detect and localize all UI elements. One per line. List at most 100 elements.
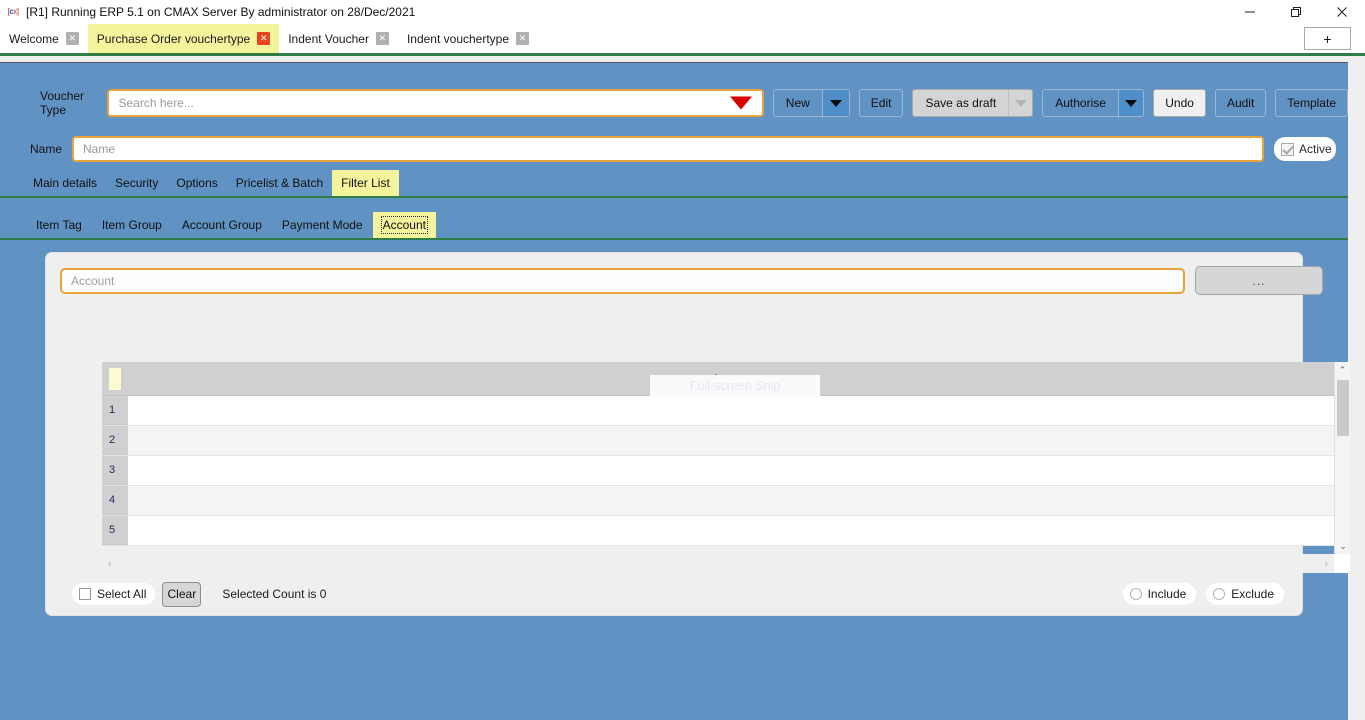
tab-indent-vouchertype[interactable]: Indent vouchertype ✕ [398, 24, 538, 53]
row-cell-account[interactable] [128, 396, 1350, 425]
grid-corner-cell[interactable] [102, 362, 128, 396]
table-row[interactable]: 4 [102, 486, 1350, 516]
exclude-radio[interactable]: Exclude [1206, 583, 1284, 605]
checkbox-check-icon [1281, 142, 1294, 156]
vertical-scroll-thumb[interactable] [1337, 380, 1349, 436]
account-browse-button[interactable]: ... [1195, 266, 1323, 295]
grid-vertical-scrollbar[interactable]: ⌃ ⌄ [1334, 362, 1350, 554]
scroll-up-icon[interactable]: ⌃ [1335, 362, 1350, 378]
account-search-input[interactable]: Account [60, 267, 1185, 294]
tab-options[interactable]: Options [167, 170, 226, 196]
account-search-row: Account ... [60, 266, 1323, 295]
include-exclude-radio-group: Include Exclude [1122, 583, 1288, 605]
selected-count-text: Selected Count is 0 [222, 587, 327, 601]
select-all-label: Select All [97, 587, 147, 601]
tab-indent-voucher[interactable]: Indent Voucher ✕ [279, 24, 398, 53]
new-button[interactable]: New [772, 89, 850, 117]
scrollbar-corner [1334, 554, 1350, 573]
tab-label: Purchase Order vouchertype [96, 31, 251, 46]
exclude-radio-label: Exclude [1231, 587, 1274, 601]
audit-button-label: Audit [1226, 96, 1255, 110]
table-row[interactable]: 5 [102, 516, 1350, 546]
new-button-label: New [785, 96, 810, 110]
save-as-draft-button[interactable]: Save as draft [912, 89, 1034, 117]
tab-purchase-order-vouchertype[interactable]: Purchase Order vouchertype ✕ [87, 24, 280, 53]
checkbox-box-icon [79, 588, 91, 600]
voucher-type-placeholder: Search here... [118, 96, 194, 110]
radio-dot-icon [1129, 588, 1142, 600]
row-number: 3 [102, 456, 128, 485]
tab-close-icon[interactable]: ✕ [375, 32, 389, 45]
row-number: 5 [102, 516, 128, 545]
include-radio-label: Include [1147, 587, 1187, 601]
main-tab-bar: Main details Security Options Pricelist … [0, 170, 1348, 198]
edit-button-label: Edit [870, 96, 892, 110]
clear-button[interactable]: Clear [162, 581, 202, 607]
tab-security[interactable]: Security [106, 170, 167, 196]
template-button[interactable]: Template [1275, 89, 1348, 117]
tab-label: Indent Voucher [288, 31, 369, 46]
row-cell-account[interactable] [128, 516, 1350, 545]
row-number: 4 [102, 486, 128, 515]
tab-pricelist-and-batch[interactable]: Pricelist & Batch [227, 170, 332, 196]
scroll-down-icon[interactable]: ⌄ [1335, 538, 1351, 554]
grid-horizontal-scrollbar[interactable]: ‹ › [102, 554, 1334, 573]
save-as-draft-dropdown-arrow[interactable] [1008, 90, 1033, 116]
account-placeholder: Account [71, 273, 115, 288]
window-controls [1227, 0, 1365, 24]
scroll-right-icon[interactable]: › [1324, 558, 1328, 570]
new-dropdown-arrow[interactable] [821, 90, 849, 116]
tab-main-details[interactable]: Main details [24, 170, 106, 196]
tab-label: Pricelist & Batch [235, 176, 324, 190]
row-cell-account[interactable] [128, 456, 1350, 485]
tab-welcome[interactable]: Welcome ✕ [0, 24, 88, 53]
row-number: 2 [102, 426, 128, 455]
tab-label: Options [176, 176, 218, 190]
voucher-type-row: Voucher Type Search here... New Edit Sav… [0, 88, 1348, 118]
include-radio[interactable]: Include [1122, 583, 1197, 605]
new-tab-button[interactable]: + [1304, 27, 1351, 50]
voucher-type-search-input[interactable]: Search here... [107, 89, 764, 117]
edit-button[interactable]: Edit [858, 89, 904, 117]
authorise-dropdown-arrow[interactable] [1117, 90, 1144, 116]
subtab-label: Payment Mode [281, 218, 363, 232]
name-input[interactable]: Name [72, 136, 1264, 162]
tab-label: Indent vouchertype [406, 31, 510, 46]
table-row[interactable]: 3 [102, 456, 1350, 486]
name-placeholder: Name [83, 142, 116, 156]
save-as-draft-label: Save as draft [925, 96, 997, 110]
row-cell-account[interactable] [128, 486, 1350, 515]
tab-close-icon[interactable]: ✕ [65, 32, 79, 45]
subtab-account-group[interactable]: Account Group [172, 212, 272, 238]
select-all-checkbox[interactable]: Select All [72, 583, 156, 605]
active-checkbox-label: Active [1299, 142, 1332, 156]
grid-column-header-account[interactable]: Account [128, 372, 1350, 386]
subtab-account[interactable]: Account [372, 212, 436, 238]
tab-filter-list[interactable]: Filter List [332, 170, 399, 196]
minimize-icon[interactable] [1227, 0, 1273, 24]
audit-button[interactable]: Audit [1214, 89, 1267, 117]
chevron-down-icon[interactable] [729, 96, 752, 110]
tab-label: Welcome [9, 31, 59, 46]
restore-icon[interactable] [1273, 0, 1319, 24]
tab-close-icon[interactable]: ✕ [516, 32, 530, 45]
tab-label: Security [115, 176, 159, 190]
grid-header-row: Account [102, 362, 1350, 396]
subtab-label: Account Group [181, 218, 262, 232]
subtab-label: Item Group [101, 218, 162, 232]
tab-close-icon[interactable]: ✕ [257, 32, 271, 45]
authorise-button[interactable]: Authorise [1042, 89, 1145, 117]
subtab-item-tag[interactable]: Item Tag [26, 212, 92, 238]
filter-list-subtab-bar: Item Tag Item Group Account Group Paymen… [0, 212, 1348, 240]
new-tab-area: + [1304, 24, 1365, 53]
undo-button[interactable]: Undo [1153, 89, 1206, 117]
row-cell-account[interactable] [128, 426, 1350, 455]
active-checkbox[interactable]: Active [1274, 137, 1336, 161]
table-row[interactable]: 2 [102, 426, 1350, 456]
close-icon[interactable] [1319, 0, 1365, 24]
subtab-item-group[interactable]: Item Group [92, 212, 172, 238]
subtab-payment-mode[interactable]: Payment Mode [272, 212, 373, 238]
scroll-left-icon[interactable]: ‹ [108, 558, 112, 570]
undo-button-label: Undo [1165, 96, 1194, 110]
table-row[interactable]: 1 [102, 396, 1350, 426]
